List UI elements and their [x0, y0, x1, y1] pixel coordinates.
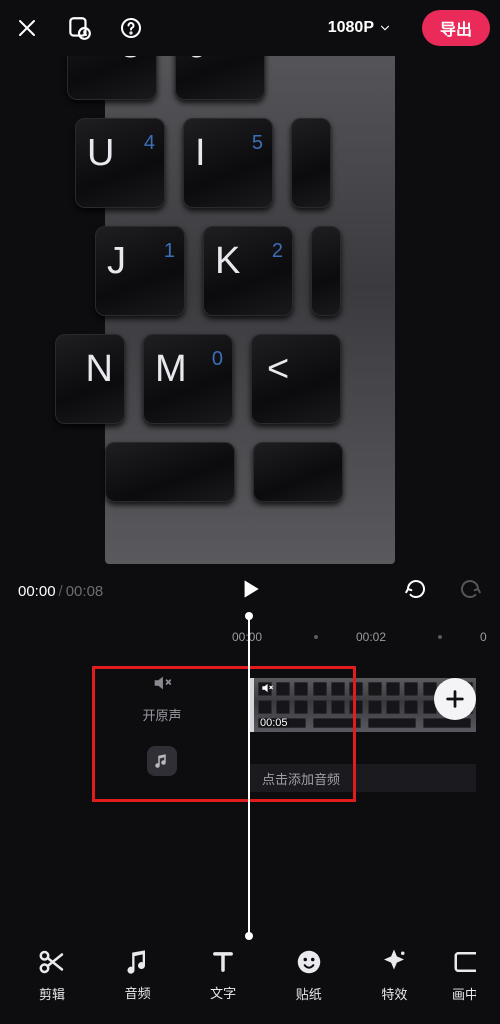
redo-button[interactable]: [458, 577, 482, 606]
timeline[interactable]: 00:00 00:02 0 开原声 00:05: [0, 616, 500, 876]
add-audio-track[interactable]: 点击添加音频: [250, 764, 476, 792]
timecode: 00:00/00:08: [18, 583, 103, 600]
pip-icon: [452, 947, 476, 977]
draft-icon: [66, 15, 92, 41]
clip-mute-icon: [260, 681, 274, 700]
tool-pip[interactable]: 画中: [452, 947, 476, 1003]
preview-area[interactable]: *8 9 U4 I5 J1 K2 N M0 <: [0, 56, 500, 564]
close-icon: [15, 16, 39, 40]
close-button[interactable]: [10, 11, 44, 45]
original-sound-label: 开原声: [92, 705, 232, 724]
undo-button[interactable]: [404, 577, 428, 606]
add-audio-label: 点击添加音频: [262, 769, 340, 788]
time-ruler: 00:00 00:02 0: [0, 630, 500, 650]
play-button[interactable]: [237, 576, 263, 607]
scissors-icon: [37, 947, 67, 977]
resolution-label: 1080P: [328, 19, 374, 37]
clip-duration-label: 00:05: [260, 717, 288, 729]
time-total: 00:08: [66, 583, 104, 600]
sticker-icon: [294, 947, 324, 977]
tool-effects[interactable]: 特效: [366, 947, 422, 1003]
playhead[interactable]: [248, 616, 250, 936]
music-note-icon: [124, 948, 152, 976]
bottom-toolbar: 剪辑 音频 文字 贴纸 特效 画中: [0, 936, 500, 1024]
export-button[interactable]: 导出: [422, 10, 490, 46]
chevron-down-icon: [378, 21, 392, 35]
speaker-muted-icon: [151, 672, 173, 694]
music-track-button[interactable]: [147, 746, 177, 776]
resolution-selector[interactable]: 1080P: [328, 19, 392, 37]
text-icon: [209, 948, 237, 976]
music-icon: [153, 752, 171, 770]
sparkle-icon: [379, 947, 409, 977]
tool-edit[interactable]: 剪辑: [24, 947, 80, 1003]
time-current: 00:00: [18, 583, 56, 600]
top-bar: 1080P 导出: [0, 0, 500, 56]
tool-text[interactable]: 文字: [195, 948, 251, 1002]
save-draft-button[interactable]: [62, 11, 96, 45]
tool-sticker[interactable]: 贴纸: [281, 947, 337, 1003]
original-sound-toggle[interactable]: 开原声: [92, 672, 232, 776]
preview-content: *8 9 U4 I5 J1 K2 N M0 <: [105, 56, 395, 520]
help-icon: [119, 16, 143, 40]
speaker-muted-icon: [260, 681, 274, 695]
transport-bar: 00:00/00:08: [0, 566, 500, 616]
add-clip-button[interactable]: [434, 678, 476, 720]
undo-icon: [404, 577, 428, 601]
plus-icon: [444, 688, 466, 710]
help-button[interactable]: [114, 11, 148, 45]
redo-icon: [458, 577, 482, 601]
play-icon: [237, 576, 263, 602]
tool-audio[interactable]: 音频: [110, 948, 166, 1002]
